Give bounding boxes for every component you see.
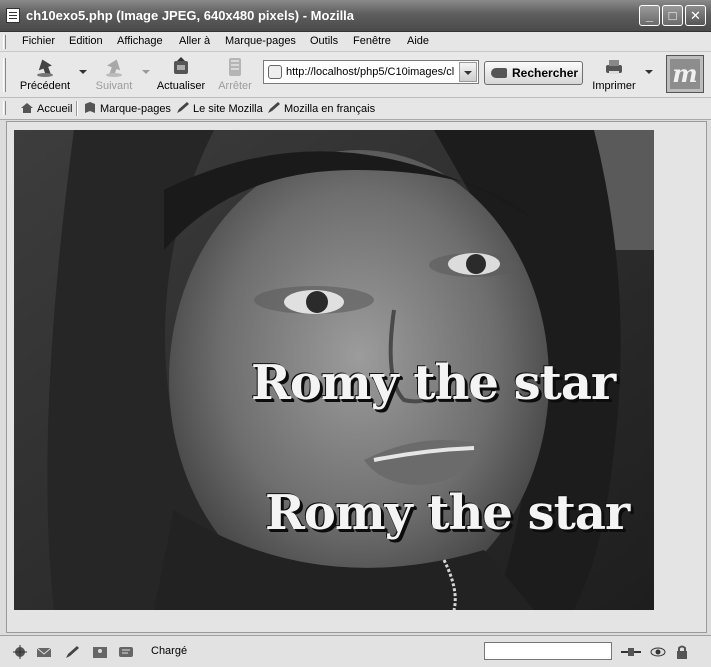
url-bar[interactable] (263, 60, 479, 84)
search-icon (491, 68, 507, 78)
url-input[interactable] (286, 64, 454, 80)
menubar-grip[interactable] (3, 35, 6, 49)
minimize-button[interactable]: _ (639, 5, 660, 26)
separator (76, 101, 78, 116)
bookmark-home[interactable]: Accueil (20, 102, 72, 115)
printer-icon (603, 56, 625, 78)
status-bar: Chargé (0, 635, 711, 667)
forward-label: Suivant (95, 80, 133, 92)
bookmark-mozilla-site-label: Le site Mozilla (193, 103, 263, 115)
online-status-icon[interactable] (620, 645, 642, 659)
caption-bottom: Romy the star (265, 485, 630, 541)
back-history-dropdown[interactable] (79, 70, 87, 74)
chatzilla-icon[interactable] (118, 645, 134, 659)
reload-icon (170, 56, 192, 78)
status-text: Chargé (151, 645, 188, 657)
maximize-button[interactable]: □ (662, 5, 683, 26)
bookmarks-menu-label: Marque-pages (100, 103, 171, 115)
menu-aller[interactable]: Aller à (179, 35, 210, 47)
mozilla-logo-letter: m (670, 59, 700, 89)
bookmarks-menu[interactable]: Marque-pages (83, 102, 171, 115)
stop-icon (224, 56, 246, 78)
back-label: Précédent (19, 80, 71, 92)
mozilla-logo[interactable]: m (666, 55, 704, 93)
menu-bar: Fichier Edition Affichage Aller à Marque… (0, 32, 711, 52)
toolbar-grip[interactable] (3, 58, 6, 92)
back-button[interactable]: Précédent (18, 54, 72, 96)
progress-bar (484, 642, 612, 660)
reload-button[interactable]: Actualiser (155, 54, 207, 96)
close-button[interactable]: ✕ (685, 5, 706, 26)
menu-fenetre[interactable]: Fenêtre (353, 35, 391, 47)
page-icon (268, 65, 282, 79)
navigator-icon[interactable] (12, 645, 28, 659)
padlock-icon[interactable] (674, 645, 690, 659)
bookmark-mozilla-fr-label: Mozilla en français (284, 103, 376, 115)
mail-icon[interactable] (36, 645, 52, 659)
stop-label: Arrêter (218, 80, 252, 92)
forward-button[interactable]: Suivant (92, 54, 136, 96)
home-icon (20, 102, 34, 114)
menu-marque-pages[interactable]: Marque-pages (225, 35, 296, 47)
document-icon (6, 8, 20, 23)
personal-toolbar: Accueil Marque-pages Le site Mozilla Moz… (0, 98, 711, 120)
forward-history-dropdown[interactable] (142, 70, 150, 74)
caption-top: Romy the star (251, 355, 616, 411)
back-arrow-icon (34, 56, 56, 78)
print-button[interactable]: Imprimer (590, 54, 638, 96)
personalbar-grip[interactable] (3, 101, 6, 115)
search-button[interactable]: Rechercher (484, 61, 583, 85)
print-label: Imprimer (592, 80, 636, 92)
bookmarks-icon (83, 102, 97, 114)
menu-edition[interactable]: Edition (69, 35, 103, 47)
address-book-icon[interactable] (92, 645, 108, 659)
menu-fichier[interactable]: Fichier (22, 35, 55, 47)
bookmark-mozilla-fr[interactable]: Mozilla en français (267, 102, 375, 115)
search-label: Rechercher (512, 66, 579, 80)
forward-arrow-icon (103, 56, 125, 78)
window-title: ch10exo5.php (Image JPEG, 640x480 pixels… (26, 8, 355, 23)
menu-affichage[interactable]: Affichage (117, 35, 163, 47)
jpeg-image[interactable]: Romy the star Romy the star (14, 130, 654, 610)
print-dropdown[interactable] (645, 70, 653, 74)
title-bar: ch10exo5.php (Image JPEG, 640x480 pixels… (0, 0, 711, 32)
stop-button[interactable]: Arrêter (216, 54, 254, 96)
privacy-icon[interactable] (650, 645, 666, 659)
reload-label: Actualiser (156, 80, 206, 92)
bookmark-pen-icon (176, 102, 190, 114)
bookmark-mozilla-site[interactable]: Le site Mozilla (176, 102, 263, 115)
menu-aide[interactable]: Aide (407, 35, 429, 47)
composer-icon[interactable] (64, 645, 80, 659)
menu-outils[interactable]: Outils (310, 35, 338, 47)
bookmark-pen-icon (267, 102, 281, 114)
bookmark-home-label: Accueil (37, 103, 73, 115)
url-history-dropdown[interactable] (459, 62, 477, 82)
